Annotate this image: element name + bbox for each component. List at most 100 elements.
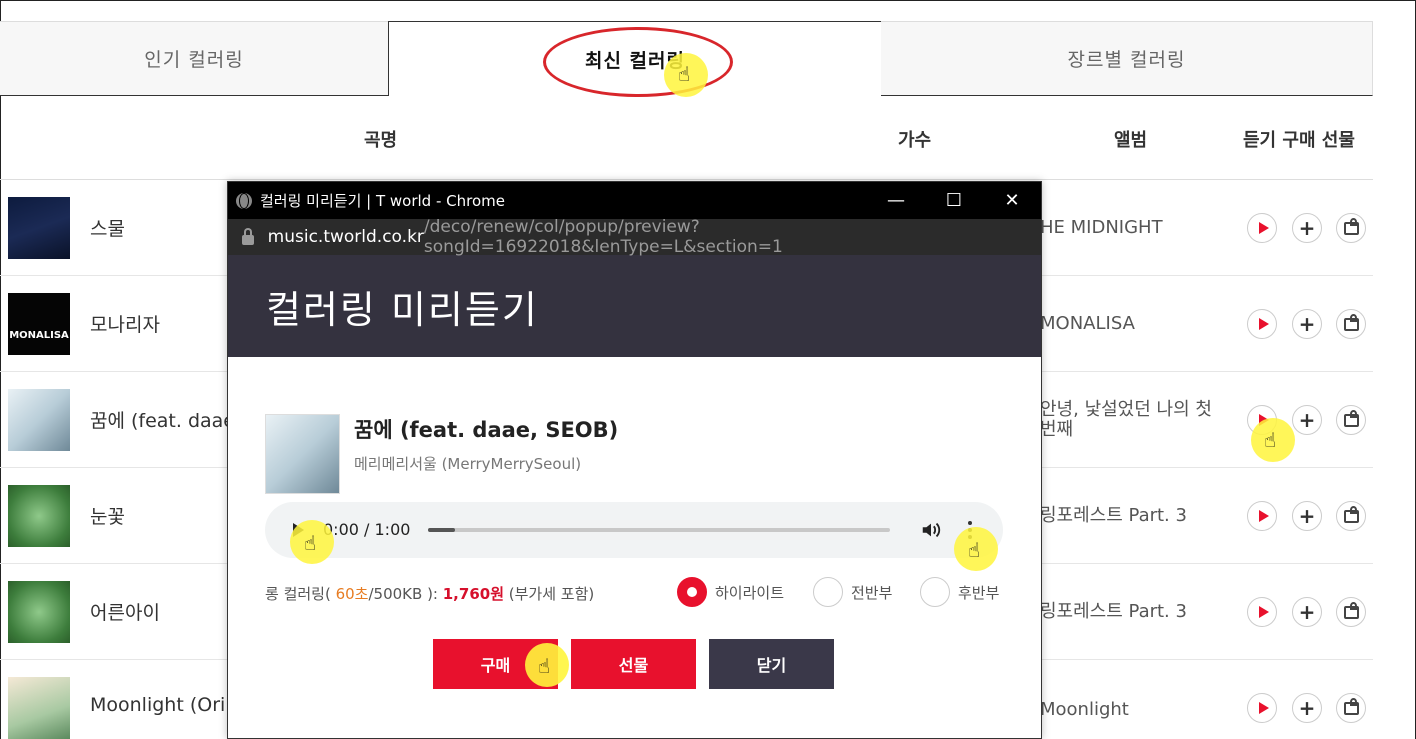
album-thumbnail (8, 677, 70, 739)
hand-cursor-icon: ☝ (968, 538, 981, 562)
price-seconds: 60초 (335, 585, 369, 603)
song-title[interactable]: 꿈에 (feat. daae (90, 406, 235, 433)
header-song: 곡명 (364, 130, 398, 151)
gift-icon (1343, 505, 1359, 523)
song-title[interactable]: 모나리자 (90, 310, 160, 337)
album-name-line1: 안녕, 낯설었던 나의 첫 (1040, 399, 1212, 420)
radio-selected-icon (677, 577, 707, 607)
hand-cursor-icon: ☝ (678, 62, 691, 86)
listen-button[interactable] (1247, 309, 1277, 339)
radio-second-half[interactable]: 후반부 (920, 577, 999, 607)
gift-button[interactable] (1336, 501, 1366, 531)
window-title: 컬러링 미리듣기 | T world - Chrome (260, 192, 505, 210)
plus-icon: + (1298, 600, 1316, 624)
window-titlebar: 컬러링 미리듣기 | T world - Chrome — ☐ ✕ (228, 182, 1041, 219)
audio-player: 0:00 / 1:00 (265, 502, 1003, 558)
buy-button[interactable]: + (1292, 309, 1322, 339)
gift-button[interactable] (1336, 309, 1366, 339)
radio-highlight[interactable]: 하이라이트 (677, 577, 784, 607)
listen-button[interactable] (1247, 501, 1277, 531)
album-name[interactable]: 링포레스트 Part. 3 (1040, 602, 1187, 622)
listen-button[interactable] (1247, 213, 1277, 243)
album-thumbnail: MONALISA (8, 293, 70, 355)
gift-button[interactable] (1336, 405, 1366, 435)
progress-track[interactable] (428, 528, 890, 532)
popup-song-title: 꿈에 (feat. daae, SEOB) (354, 418, 619, 442)
popup-album-thumbnail (265, 414, 340, 494)
plus-icon: + (1298, 216, 1316, 240)
radio-highlight-label: 하이라이트 (715, 583, 785, 602)
gift-icon (1343, 697, 1359, 715)
price-size: /500KB ): (368, 585, 443, 603)
play-icon (1258, 510, 1269, 522)
radio-first-half[interactable]: 전반부 (813, 577, 892, 607)
price-info: 롱 컬러링( 60초/500KB ): 1,760원 (부가세 포함) (265, 583, 594, 604)
radio-unselected-icon (813, 577, 843, 607)
gift-button[interactable] (1336, 693, 1366, 723)
price-prefix: 롱 컬러링( (265, 585, 336, 603)
album-thumbnail (8, 485, 70, 547)
globe-icon (236, 192, 252, 209)
gift-button[interactable] (1336, 213, 1366, 243)
gift-icon (1343, 313, 1359, 331)
album-thumbnail (8, 389, 70, 451)
album-name[interactable]: Moonlight (1040, 700, 1129, 720)
buy-button[interactable]: + (1292, 693, 1322, 723)
play-icon (1258, 606, 1269, 618)
popup-artist: 메리메리서울 (MerryMerrySeoul) (354, 455, 582, 473)
album-name[interactable]: 링포레스트 Part. 3 (1040, 506, 1187, 526)
album-thumbnail (8, 197, 70, 259)
volume-icon[interactable] (920, 519, 942, 541)
album-name[interactable]: HE MIDNIGHT (1040, 218, 1163, 238)
tab-new[interactable]: 최신 컬러링 (388, 21, 882, 96)
maximize-button[interactable]: ☐ (925, 182, 983, 219)
url-path: /deco/renew/col/popup/preview?songId=169… (423, 217, 783, 257)
preview-popup-window: 컬러링 미리듣기 | T world - Chrome — ☐ ✕ music.… (227, 181, 1042, 739)
play-icon (1258, 702, 1269, 714)
popup-close-button[interactable]: 닫기 (709, 639, 834, 689)
minimize-button[interactable]: — (867, 182, 925, 219)
listen-button[interactable] (1247, 693, 1277, 723)
plus-icon: + (1298, 504, 1316, 528)
play-icon (1258, 222, 1269, 234)
header-album: 앨범 (1114, 130, 1148, 151)
song-title[interactable]: 어른아이 (90, 598, 160, 625)
radio-second-label: 후반부 (958, 583, 1000, 602)
player-time: 0:00 / 1:00 (323, 520, 411, 539)
buy-button[interactable]: + (1292, 501, 1322, 531)
buy-button[interactable]: + (1292, 597, 1322, 627)
hand-cursor-icon: ☝ (304, 531, 317, 555)
play-icon (1258, 318, 1269, 330)
lock-icon (242, 228, 254, 245)
radio-first-label: 전반부 (851, 583, 893, 602)
gift-button[interactable] (1336, 597, 1366, 627)
plus-icon: + (1298, 408, 1316, 432)
song-title[interactable]: 눈꽃 (90, 502, 125, 529)
album-name[interactable]: 안녕, 낯설었던 나의 첫 번째 (1040, 400, 1212, 440)
tab-genre[interactable]: 장르별 컬러링 (881, 21, 1373, 96)
popup-heading: 컬러링 미리듣기 (228, 255, 1041, 357)
tab-popular[interactable]: 인기 컬러링 (0, 21, 389, 96)
buy-button[interactable]: + (1292, 405, 1322, 435)
popup-gift-button[interactable]: 선물 (571, 639, 696, 689)
buy-button[interactable]: + (1292, 213, 1322, 243)
gift-icon (1343, 409, 1359, 427)
gift-icon (1343, 601, 1359, 619)
header-artist: 가수 (898, 130, 932, 151)
album-thumbnail (8, 581, 70, 643)
album-name-line2: 번째 (1040, 419, 1074, 440)
radio-unselected-icon (920, 577, 950, 607)
table-header: 곡명 가수 앨범 듣기 구매 선물 (0, 96, 1373, 180)
song-title[interactable]: 스물 (90, 214, 125, 241)
album-name[interactable]: MONALISA (1040, 314, 1135, 334)
hand-cursor-icon: ☝ (538, 654, 551, 678)
plus-icon: + (1298, 696, 1316, 720)
song-title[interactable]: Moonlight (Ori (90, 694, 225, 716)
url-host: music.tworld.co.kr (267, 227, 424, 247)
close-window-button[interactable]: ✕ (983, 182, 1041, 219)
plus-icon: + (1298, 312, 1316, 336)
price-won: 1,760원 (442, 585, 504, 603)
gift-icon (1343, 217, 1359, 235)
url-bar[interactable]: music.tworld.co.kr/deco/renew/col/popup/… (228, 217, 1041, 257)
listen-button[interactable] (1247, 597, 1277, 627)
